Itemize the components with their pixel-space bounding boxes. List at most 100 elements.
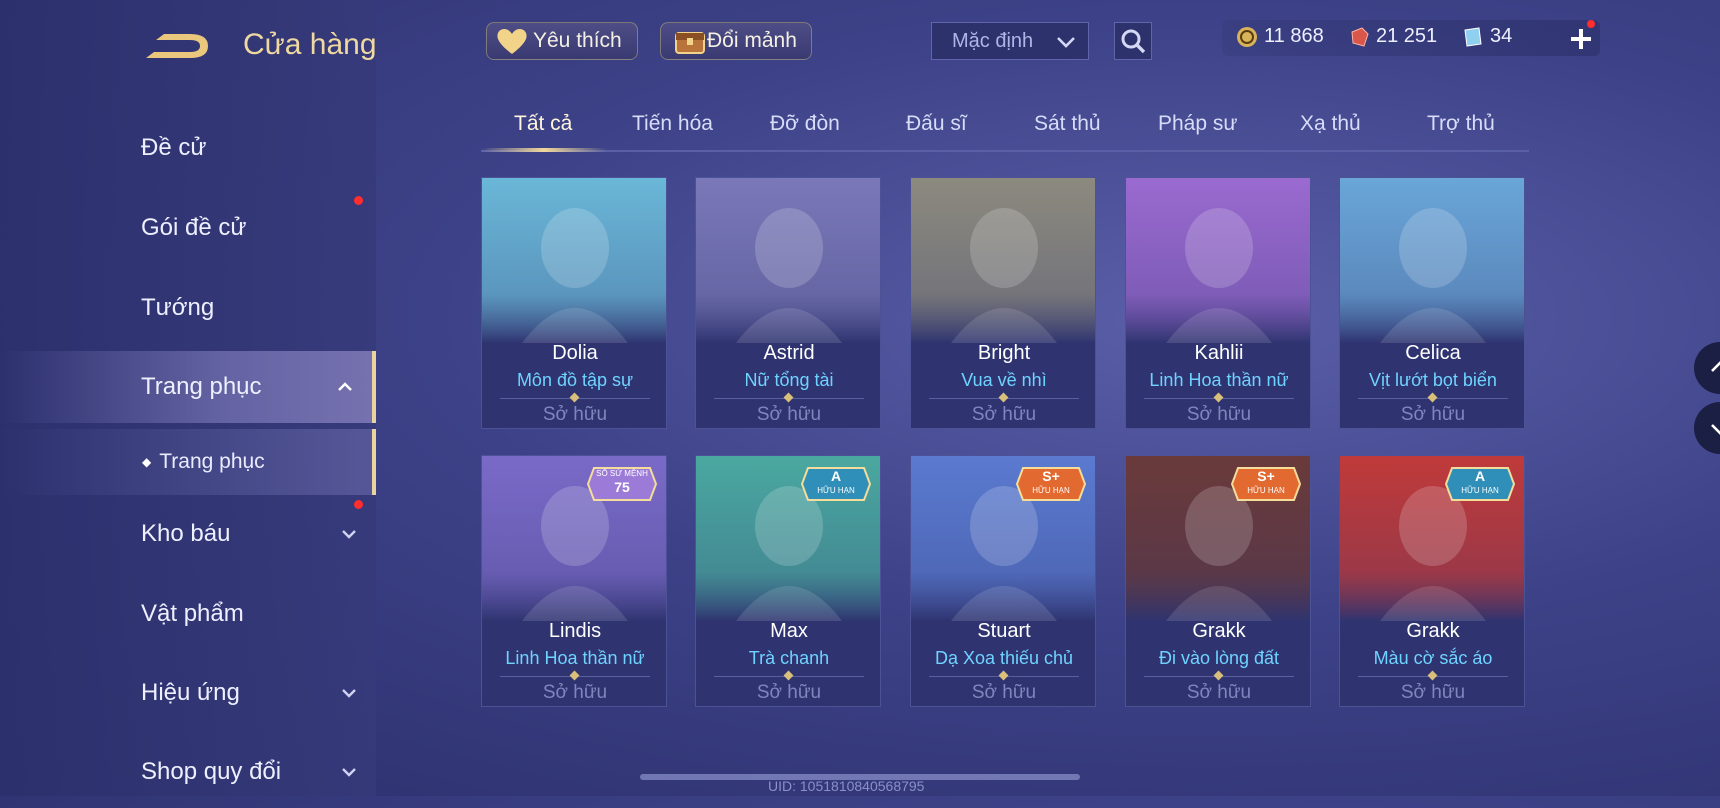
scroll-down-button[interactable] — [1694, 402, 1720, 454]
sort-select[interactable]: Mặc định — [931, 22, 1089, 60]
voucher-icon — [1464, 26, 1482, 47]
badge-label: SỔ SỨ MỆNH — [596, 469, 648, 478]
hero-name: Max — [770, 620, 808, 642]
skin-artwork — [482, 178, 666, 343]
skin-card[interactable]: Kahlii Linh Hoa thần nữ Sở hữu — [1125, 177, 1311, 429]
nav-label: Kho báu — [141, 520, 231, 547]
nav-item-hieu-ung[interactable]: Hiệu ứng — [0, 657, 376, 729]
nav-label: Gói đề cử — [141, 214, 247, 241]
gold-coin-icon — [1237, 26, 1257, 47]
badge-label: HỮU HẠN — [817, 486, 855, 495]
tab-tank[interactable]: Đỡ đòn — [770, 112, 840, 136]
hero-name: Astrid — [763, 342, 815, 364]
chevron-down-icon — [342, 530, 356, 539]
diamond-icon — [1427, 670, 1438, 681]
red-gem-currency: 21 251 — [1348, 25, 1437, 48]
add-currency-icon[interactable] — [1568, 26, 1594, 52]
skin-card[interactable]: Bright Vua về nhì Sở hữu — [910, 177, 1096, 429]
notification-dot — [354, 500, 363, 509]
nav-item-goi-de-cu[interactable]: Gói đề cử — [0, 192, 376, 264]
nav-label: Shop quy đổi — [141, 758, 282, 785]
owned-status: Sở hữu — [971, 404, 1037, 425]
notification-dot — [1587, 20, 1595, 28]
badge-rank: A — [1474, 468, 1486, 484]
tab-support[interactable]: Trợ thủ — [1427, 112, 1495, 136]
skin-card[interactable]: Max Trà chanh Sở hữu A HỮU HẠN — [695, 455, 881, 707]
skin-name: Linh Hoa thần nữ — [505, 648, 645, 668]
nav-subitem-trang-phuc[interactable]: ◆ Trang phục — [0, 429, 376, 495]
badge-rank: S+ — [1042, 468, 1060, 484]
back-logo-icon[interactable] — [144, 28, 212, 64]
tab-evolution[interactable]: Tiến hóa — [632, 112, 713, 136]
diamond-icon — [569, 392, 580, 403]
nav-item-kho-bau[interactable]: Kho báu — [0, 498, 376, 570]
badge-rank: A — [830, 468, 842, 484]
chevron-up-icon — [338, 382, 352, 391]
owned-status: Sở hữu — [1400, 682, 1466, 703]
nav-item-trang-phuc[interactable]: Trang phục — [0, 351, 376, 423]
skin-artwork — [1126, 178, 1310, 343]
skin-card[interactable]: Celica Vịt lướt bọt biển Sở hữu — [1339, 177, 1525, 429]
nav-item-vat-pham[interactable]: Vật phẩm — [0, 578, 376, 650]
badge-rank: S+ — [1257, 468, 1275, 484]
scroll-up-button[interactable] — [1694, 342, 1720, 394]
skin-name: Vịt lướt bọt biển — [1369, 370, 1497, 390]
owned-status: Sở hữu — [542, 682, 608, 703]
skin-card[interactable]: Grakk Màu cờ sắc áo Sở hữu A HỮU HẠN — [1339, 455, 1525, 707]
active-tab-indicator — [481, 148, 607, 152]
tab-assassin[interactable]: Sát thủ — [1034, 112, 1101, 136]
nav-label: Tướng — [141, 294, 215, 321]
chevron-down-icon — [1711, 424, 1720, 435]
owned-status: Sở hữu — [971, 682, 1037, 703]
tab-bar-divider — [481, 150, 1529, 152]
diamond-icon — [998, 392, 1009, 403]
nav-label: Vật phẩm — [141, 600, 244, 627]
tab-all[interactable]: Tất cả — [514, 112, 572, 136]
skin-card[interactable]: Stuart Dạ Xoa thiếu chủ Sở hữu S+ HỮU HẠN — [910, 455, 1096, 707]
rarity-badge: S+ HỮU HẠN — [1015, 466, 1087, 502]
nav-item-de-cu[interactable]: Đề cử — [0, 112, 376, 184]
diamond-icon — [569, 670, 580, 681]
owned-status: Sở hữu — [1186, 682, 1252, 703]
tab-mage[interactable]: Pháp sư — [1158, 112, 1237, 136]
chevron-up-icon — [1711, 361, 1720, 372]
chevron-down-icon — [342, 689, 356, 698]
hero-name: Grakk — [1406, 620, 1460, 642]
skin-card[interactable]: Lindis Linh Hoa thần nữ Sở hữu SỔ SỨ MỆNH 75 — [481, 455, 667, 707]
page-title: Cửa hàng — [243, 28, 377, 61]
skin-card[interactable]: Dolia Môn đồ tập sự Sở hữu — [481, 177, 667, 429]
exchange-shards-button[interactable]: Đổi mảnh — [660, 22, 812, 60]
favorite-button[interactable]: Yêu thích — [486, 22, 638, 60]
skin-name: Vua về nhì — [961, 370, 1047, 390]
diamond-icon — [783, 392, 794, 403]
nav-item-tuong[interactable]: Tướng — [0, 272, 376, 344]
chevron-down-icon — [342, 768, 356, 777]
skin-card[interactable]: Grakk Đi vào lòng đất Sở hữu S+ HỮU HẠN — [1125, 455, 1311, 707]
badge-label: HỮU HẠN — [1461, 486, 1499, 495]
owned-status: Sở hữu — [1400, 404, 1466, 425]
hero-name: Bright — [977, 342, 1031, 364]
sort-value: Mặc định — [952, 29, 1034, 52]
rarity-badge: A HỮU HẠN — [800, 466, 872, 502]
search-button[interactable] — [1114, 22, 1152, 60]
badge-value: 75 — [614, 479, 630, 495]
diamond-icon — [1213, 392, 1224, 403]
rarity-badge: A HỮU HẠN — [1444, 466, 1516, 502]
bullet-icon: ◆ — [142, 455, 152, 469]
hero-name: Stuart — [977, 620, 1031, 642]
skin-name: Nữ tổng tài — [744, 370, 834, 390]
nav-label: Hiệu ứng — [141, 679, 240, 706]
voucher-amount: 34 — [1490, 25, 1513, 47]
skin-artwork — [696, 178, 880, 343]
owned-status: Sở hữu — [756, 682, 822, 703]
diamond-icon — [1213, 670, 1224, 681]
nav-sub-label: Trang phục — [159, 450, 265, 473]
hero-name: Grakk — [1192, 620, 1246, 642]
tab-marksman[interactable]: Xạ thủ — [1300, 112, 1361, 136]
skin-name: Môn đồ tập sự — [516, 370, 634, 390]
nav-item-shop-quy-doi[interactable]: Shop quy đổi — [0, 736, 376, 808]
owned-status: Sở hữu — [542, 404, 608, 425]
treasure-chest-icon — [675, 32, 705, 54]
skin-card[interactable]: Astrid Nữ tổng tài Sở hữu — [695, 177, 881, 429]
tab-fighter[interactable]: Đấu sĩ — [906, 112, 967, 136]
